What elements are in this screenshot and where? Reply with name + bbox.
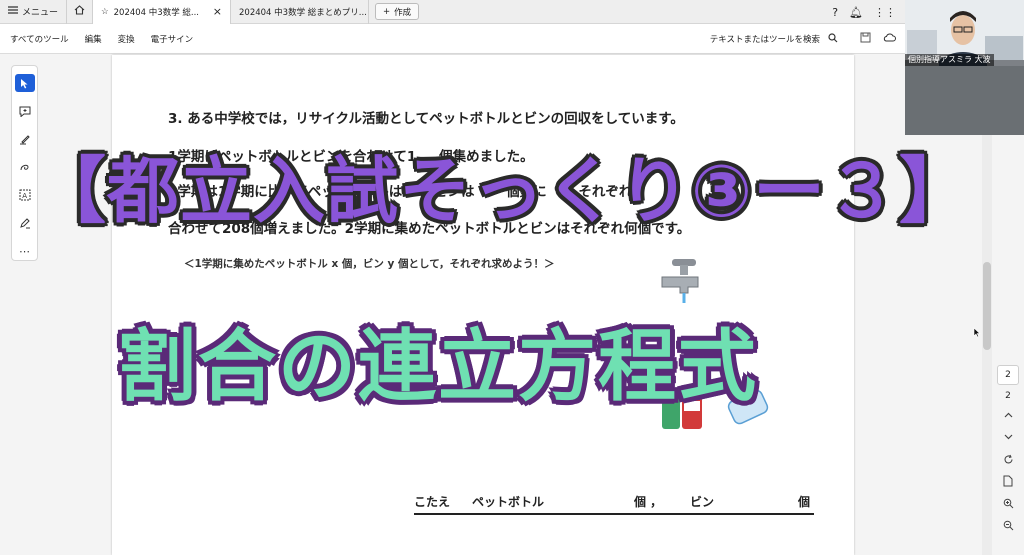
tab-document-2[interactable]: 202404 中3数学 総まとめプリ... (231, 0, 370, 24)
webcam-name-label: 個別指導アスミラ 大波 (905, 54, 994, 66)
select-cursor-icon[interactable] (14, 74, 35, 92)
question-line-1: 3. ある中学校では，リサイクル活動としてペットボトルとビンの回収をしています。 (168, 111, 684, 127)
cloud-upload-icon[interactable] (883, 32, 896, 46)
overlay-title-sub: 割合の連立方程式 (118, 322, 759, 412)
zoom-out-icon[interactable] (998, 517, 1018, 533)
answer-bin-label: ビン (690, 495, 715, 509)
scrollbar-thumb[interactable] (983, 262, 991, 350)
menu-e-sign[interactable]: 電子サイン (143, 33, 202, 45)
freehand-draw-icon[interactable] (15, 158, 35, 176)
chevron-up-icon[interactable] (998, 407, 1018, 423)
tab-document-1[interactable]: ☆ 202404 中3数学 総... × (93, 0, 232, 24)
tab-bar-icons: ? 🔔︎ ⋮⋮ (832, 0, 896, 24)
text-box-icon[interactable]: A (15, 186, 35, 204)
menu-edit[interactable]: 編集 (77, 33, 110, 45)
star-icon[interactable]: ☆ (101, 7, 109, 17)
faucet-illustration (658, 255, 706, 305)
save-icon[interactable] (860, 32, 871, 46)
signature-pen-icon[interactable] (15, 214, 35, 232)
home-icon (74, 5, 85, 18)
page-navigation-panel: 2 2 (995, 365, 1021, 555)
close-icon[interactable]: × (213, 5, 222, 18)
search-icon[interactable] (828, 32, 838, 46)
zoom-in-icon[interactable] (998, 495, 1018, 511)
apps-grid-icon[interactable]: ⋮⋮ (874, 6, 896, 19)
tool-search-label: テキストまたはツールを検索 (709, 35, 820, 45)
total-pages: 2 (1005, 391, 1011, 401)
tab-label: 202404 中3数学 総... (113, 7, 200, 18)
tool-search[interactable]: テキストまたはツールを検索 (710, 24, 838, 54)
add-comment-icon[interactable] (15, 102, 35, 120)
menu-label: メニュー (22, 8, 59, 18)
answer-pet-label: ペットボトル (472, 495, 545, 509)
document-info-icon[interactable] (998, 473, 1018, 489)
toolbar-icons (860, 24, 896, 54)
plus-icon: + (383, 6, 391, 17)
help-icon[interactable]: ? (832, 6, 838, 19)
answer-unit-1: 個 ， (634, 495, 663, 509)
bell-icon[interactable]: 🔔︎ (849, 6, 863, 19)
chevron-down-icon[interactable] (998, 429, 1018, 445)
rotate-icon[interactable] (998, 451, 1018, 467)
more-tools-icon[interactable]: ⋯ (15, 242, 35, 260)
answer-label: こたえ (414, 495, 451, 509)
hint-text: ＜1学期に集めたペットボトル x 個，ビン y 個として，それぞれ求めよう！＞ (184, 258, 555, 270)
current-page-input[interactable]: 2 (997, 365, 1019, 385)
menu-convert[interactable]: 変換 (110, 33, 143, 45)
webcam-overlay: 個別指導アスミラ 大波 (905, 0, 1024, 135)
menu-button[interactable]: メニュー (0, 0, 68, 24)
answer-unit-2: 個 (798, 495, 811, 509)
create-label: 作成 (394, 7, 412, 18)
home-button[interactable] (67, 0, 94, 24)
tab-bar: メニュー ☆ 202404 中3数学 総... × 202404 中3数学 総ま… (0, 0, 1024, 24)
highlight-pen-icon[interactable] (15, 130, 35, 148)
webcam-video-feed (905, 0, 1024, 135)
answer-line: こたえ ペットボトル 個 ， ビン 個 (414, 495, 814, 515)
mouse-pointer-icon (973, 327, 981, 341)
hamburger-icon (8, 6, 18, 17)
tab-label: 202404 中3数学 総まとめプリ... (239, 7, 367, 18)
overlay-title-main: 【都立入試そっくり③ー３】 (34, 149, 972, 233)
svg-text:A: A (22, 192, 27, 200)
create-button[interactable]: + 作成 (375, 3, 420, 20)
menu-all-tools[interactable]: すべてのツール (0, 33, 77, 45)
top-toolbar: すべてのツール 編集 変換 電子サイン テキストまたはツールを検索 (0, 24, 1024, 54)
